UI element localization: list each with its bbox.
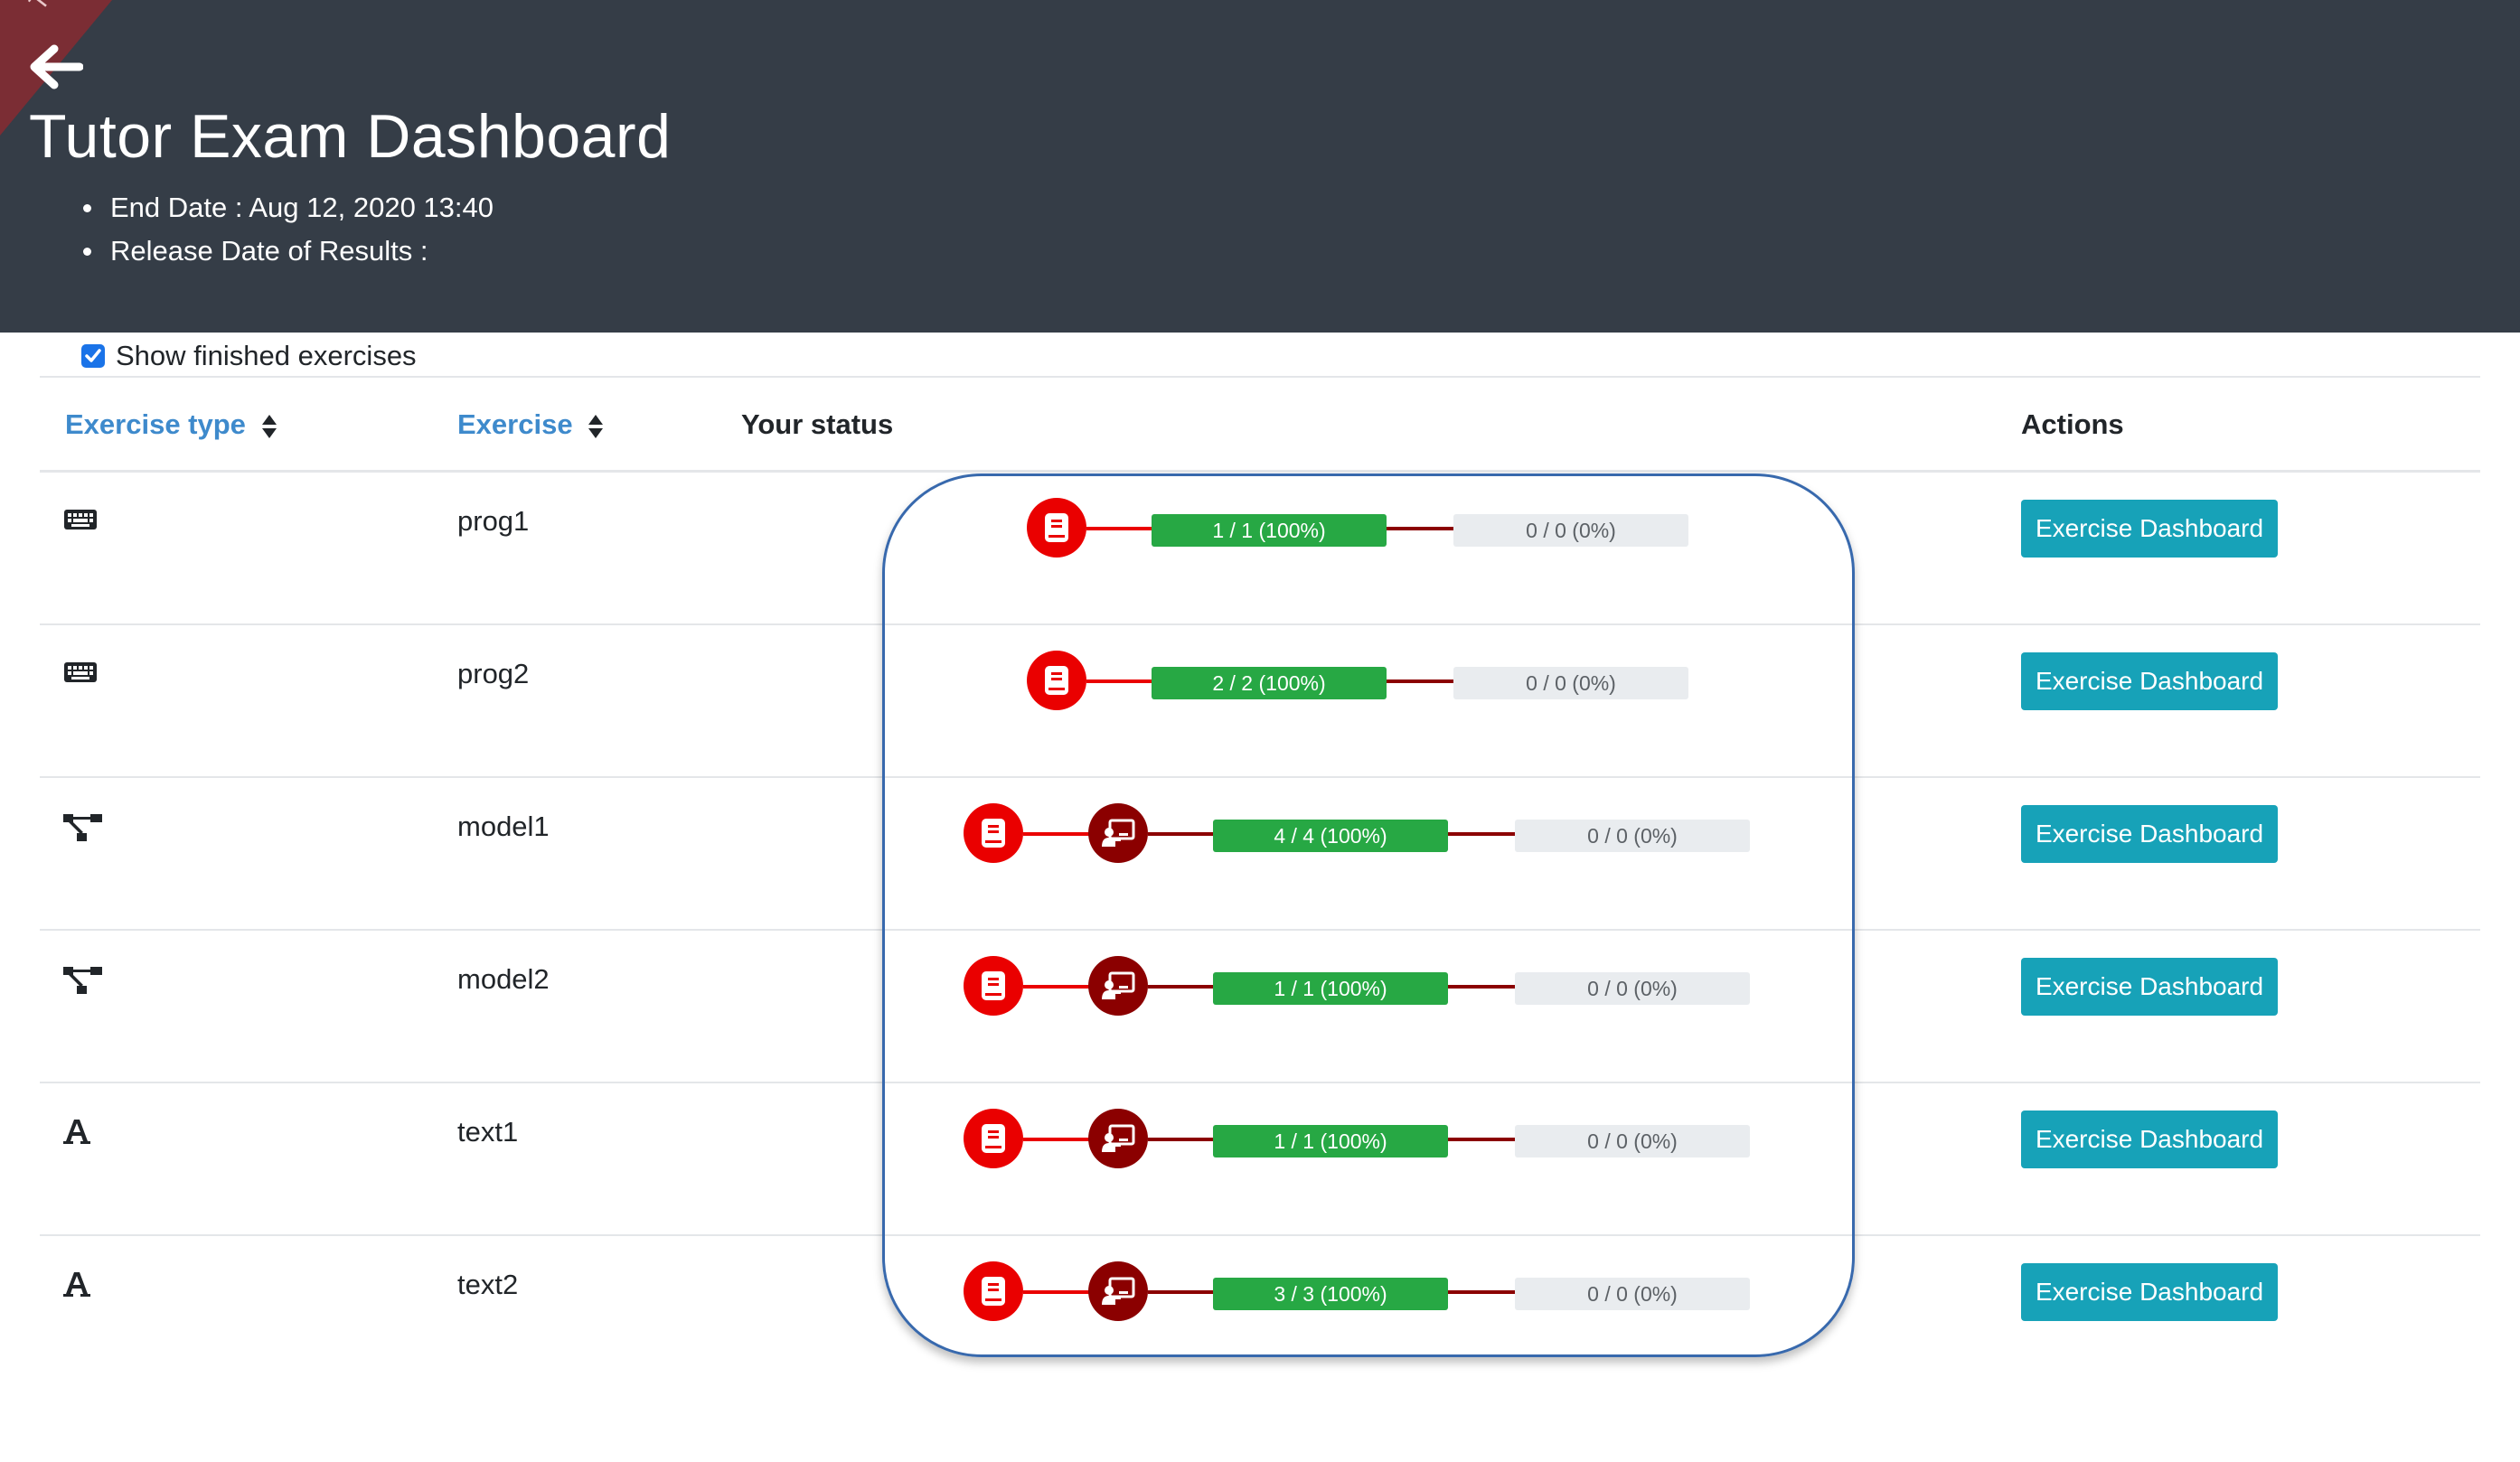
column-header-exercise-type[interactable]: Exercise type [65, 407, 277, 443]
end-date: End Date : Aug 12, 2020 13:40 [83, 186, 494, 230]
timeline-connector [1086, 679, 1153, 683]
exercise-dashboard-button[interactable]: Exercise Dashboard [2021, 652, 2278, 710]
exercise-name: prog1 [457, 505, 530, 537]
exercise-name: prog2 [457, 658, 530, 689]
exercise-dashboard-button[interactable]: Exercise Dashboard [2021, 805, 2278, 863]
timeline-connector [1023, 1290, 1090, 1294]
show-finished-label: Show finished exercises [116, 340, 417, 371]
complaints-progress-bar: 0 / 0 (0%) [1515, 1125, 1750, 1157]
font-icon [63, 1272, 90, 1297]
column-header-actions: Actions [2021, 408, 2124, 440]
exercise-name: model1 [457, 811, 550, 842]
check-icon [85, 349, 101, 362]
table-row: model2 1 / 1 (100%) 0 / 0 (0%) Exercise … [40, 931, 2480, 1083]
column-header-exercise[interactable]: Exercise [457, 407, 604, 443]
timeline-connector [1448, 832, 1515, 836]
assessment-progress-bar: 3 / 3 (100%) [1213, 1278, 1448, 1310]
timeline-connector [1086, 527, 1153, 530]
table-row: text1 1 / 1 (100%) 0 / 0 (0%) Exercise D… [40, 1083, 2480, 1236]
book-icon[interactable] [964, 1261, 1023, 1321]
exercise-dashboard-button[interactable]: Exercise Dashboard [2021, 1111, 2278, 1168]
timeline-connector [1023, 1138, 1090, 1141]
book-icon[interactable] [964, 803, 1023, 863]
complaints-progress-bar: 0 / 0 (0%) [1515, 820, 1750, 852]
teacher-icon[interactable] [1088, 803, 1148, 863]
complaints-progress-bar: 0 / 0 (0%) [1515, 972, 1750, 1005]
timeline-connector [1148, 985, 1215, 989]
teacher-icon[interactable] [1088, 956, 1148, 1016]
timeline-connector [1023, 985, 1090, 989]
page-header: Te Tutor Exam Dashboard End Date : Aug 1… [0, 0, 2520, 333]
timeline-connector [1448, 1138, 1515, 1141]
font-icon [63, 1120, 90, 1144]
exercise-name: text1 [457, 1116, 519, 1148]
project-diagram-icon [63, 814, 102, 841]
assessment-progress-bar: 1 / 1 (100%) [1213, 1125, 1448, 1157]
exam-info-list: End Date : Aug 12, 2020 13:40 Release Da… [83, 186, 494, 273]
column-header-your-status: Your status [741, 408, 894, 440]
book-icon[interactable] [1027, 651, 1086, 710]
column-label: Exercise [457, 408, 573, 440]
page-title: Tutor Exam Dashboard [29, 102, 672, 171]
complaints-progress-bar: 0 / 0 (0%) [1453, 514, 1688, 547]
timeline-connector [1387, 527, 1453, 530]
timeline-connector [1448, 1290, 1515, 1294]
back-arrow-icon[interactable] [27, 43, 83, 90]
assessment-progress-bar: 1 / 1 (100%) [1213, 972, 1448, 1005]
sort-icon [261, 414, 277, 438]
keyboard-icon [64, 510, 97, 530]
table-row: prog1 1 / 1 (100%) 0 / 0 (0%) Exercise D… [40, 473, 2480, 625]
timeline-connector [1448, 985, 1515, 989]
exercise-dashboard-button[interactable]: Exercise Dashboard [2021, 500, 2278, 558]
project-diagram-icon [63, 967, 102, 994]
table-row: text2 3 / 3 (100%) 0 / 0 (0%) Exercise D… [40, 1236, 2480, 1389]
timeline-connector [1023, 832, 1090, 836]
exercise-dashboard-button[interactable]: Exercise Dashboard [2021, 1263, 2278, 1321]
complaints-progress-bar: 0 / 0 (0%) [1453, 667, 1688, 699]
release-date: Release Date of Results : [83, 230, 494, 273]
show-finished-filter: Show finished exercises [81, 340, 417, 372]
table-row: prog2 2 / 2 (100%) 0 / 0 (0%) Exercise D… [40, 625, 2480, 778]
assessment-progress-bar: 4 / 4 (100%) [1213, 820, 1448, 852]
sort-icon [588, 414, 604, 438]
teacher-icon[interactable] [1088, 1109, 1148, 1168]
column-label: Exercise type [65, 408, 246, 440]
timeline-connector [1148, 832, 1215, 836]
timeline-connector [1148, 1138, 1215, 1141]
timeline-connector [1387, 679, 1453, 683]
teacher-icon[interactable] [1088, 1261, 1148, 1321]
keyboard-icon [64, 662, 97, 682]
book-icon[interactable] [964, 956, 1023, 1016]
assessment-progress-bar: 1 / 1 (100%) [1152, 514, 1387, 547]
exercise-dashboard-button[interactable]: Exercise Dashboard [2021, 958, 2278, 1016]
book-icon[interactable] [1027, 498, 1086, 558]
assessment-progress-bar: 2 / 2 (100%) [1152, 667, 1387, 699]
exercise-name: text2 [457, 1269, 519, 1300]
exercise-name: model2 [457, 963, 550, 995]
table-row: model1 4 / 4 (100%) 0 / 0 (0%) Exercise … [40, 778, 2480, 931]
complaints-progress-bar: 0 / 0 (0%) [1515, 1278, 1750, 1310]
timeline-connector [1148, 1290, 1215, 1294]
book-icon[interactable] [964, 1109, 1023, 1168]
ribbon-label: Te [24, 0, 62, 16]
show-finished-checkbox[interactable] [81, 344, 105, 368]
filter-divider [40, 376, 2480, 378]
